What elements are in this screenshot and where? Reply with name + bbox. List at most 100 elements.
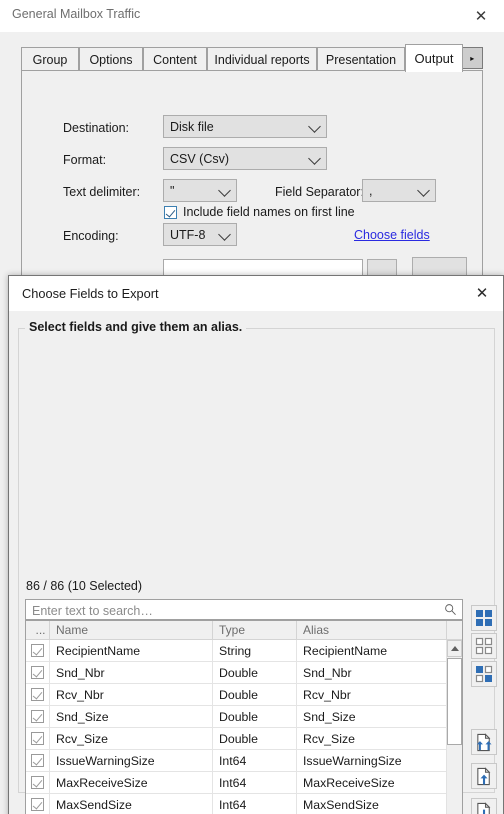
chevron-down-icon [308,151,321,165]
tab-options[interactable]: Options [79,47,143,71]
cell-name[interactable]: MaxReceiveSize [50,772,213,793]
tab-scroll-right-icon[interactable]: ▸ [463,48,483,68]
cell-alias-text: Rcv_Size [303,731,355,746]
encoding-label: Encoding: [63,229,119,243]
grid-vertical-scrollbar[interactable] [446,640,462,814]
fields-grid: ... Name Type Alias RecipientName String R… [25,620,463,814]
grid-header-alias[interactable]: Alias [297,621,447,639]
checkbox-icon [31,666,44,679]
scroll-up-button[interactable] [447,640,462,657]
cell-type[interactable]: Double [213,706,297,727]
cell-name[interactable]: IssueWarningSize [50,750,213,771]
cell-alias[interactable]: Snd_Size [297,706,447,727]
tab-presentation[interactable]: Presentation [317,47,405,71]
cell-alias[interactable]: Snd_Nbr [297,662,447,683]
grid-header-row: ... Name Type Alias [26,621,462,640]
tab-individual-reports[interactable]: Individual reports [207,47,317,71]
table-row[interactable]: IssueWarningSize Int64 IssueWarningSize [26,750,447,772]
select-all-icon [476,610,492,626]
move-down-icon [476,801,490,814]
row-checkbox[interactable] [26,750,50,771]
choose-fields-link[interactable]: Choose fields [354,228,430,242]
grid-header-type[interactable]: Type [213,621,297,639]
grid-header-name[interactable]: Name [50,621,213,639]
cell-alias[interactable]: MaxReceiveSize [297,772,447,793]
cell-name[interactable]: RecipientName [50,640,213,661]
table-row[interactable]: MaxSendSize Int64 MaxSendSize [26,794,447,814]
cell-name[interactable]: MaxSendSize [50,794,213,814]
table-row[interactable]: Snd_Nbr Double Snd_Nbr [26,662,447,684]
checkbox-icon [31,688,44,701]
search-box[interactable] [25,599,463,621]
format-combobox[interactable]: CSV (Csv) [163,147,327,170]
chevron-down-icon [218,227,231,241]
cell-type[interactable]: Double [213,662,297,683]
cell-alias[interactable]: Rcv_Size [297,728,447,749]
cell-type[interactable]: String [213,640,297,661]
checkbox-icon [31,732,44,745]
include-field-names-label: Include field names on first line [183,205,355,219]
cell-name[interactable]: Snd_Nbr [50,662,213,683]
search-input[interactable] [30,600,444,621]
dialog-close-icon[interactable]: ✕ [465,278,499,308]
format-value: CSV (Csv) [170,151,230,166]
table-row[interactable]: Snd_Size Double Snd_Size [26,706,447,728]
dialog-titlebar: Choose Fields to Export ✕ [9,276,503,311]
move-down-button[interactable] [471,798,497,814]
row-checkbox[interactable] [26,794,50,814]
window-close-icon[interactable]: ✕ [458,0,504,31]
row-checkbox[interactable] [26,706,50,727]
table-row[interactable]: Rcv_Size Double Rcv_Size [26,728,447,750]
checkbox-icon [31,776,44,789]
chevron-down-icon [218,183,231,197]
move-to-top-icon [476,732,492,751]
include-field-names-checkbox[interactable]: Include field names on first line [164,205,355,219]
checkbox-icon [31,644,44,657]
row-checkbox[interactable] [26,772,50,793]
cell-type[interactable]: Double [213,684,297,705]
destination-combobox[interactable]: Disk file [163,115,327,138]
cell-name[interactable]: Snd_Size [50,706,213,727]
move-up-button[interactable] [471,763,497,789]
move-up-icon [476,766,490,785]
select-all-button[interactable] [471,605,497,631]
cell-alias-text: Snd_Nbr [303,665,352,680]
cell-name[interactable]: Rcv_Size [50,728,213,749]
grid-header-check[interactable]: ... [26,621,50,639]
cell-alias[interactable]: RecipientName [297,640,447,661]
chevron-down-icon [417,183,430,197]
format-label: Format: [63,153,107,167]
tab-content[interactable]: Content [143,47,207,71]
checkbox-icon [31,710,44,723]
cell-name[interactable]: Rcv_Nbr [50,684,213,705]
window-title: General Mailbox Traffic [12,7,141,21]
cell-alias[interactable]: Rcv_Nbr [297,684,447,705]
cell-type[interactable]: Int64 [213,772,297,793]
text-delimiter-combobox[interactable]: " [163,179,237,202]
cell-type[interactable]: Double [213,728,297,749]
row-checkbox[interactable] [26,728,50,749]
row-checkbox[interactable] [26,684,50,705]
tab-output[interactable]: Output [405,44,463,72]
cell-type[interactable]: Int64 [213,794,297,814]
search-icon [445,604,456,616]
select-none-button[interactable] [471,633,497,659]
table-row[interactable]: MaxReceiveSize Int64 MaxReceiveSize [26,772,447,794]
encoding-combobox[interactable]: UTF-8 [163,223,237,246]
row-checkbox[interactable] [26,640,50,661]
field-separator-combobox[interactable]: , [362,179,436,202]
table-row[interactable]: Rcv_Nbr Double Rcv_Nbr [26,684,447,706]
chevron-up-icon [450,646,459,651]
row-checkbox[interactable] [26,662,50,683]
checkbox-icon [31,798,44,811]
tab-group[interactable]: Group [21,47,79,71]
cell-type[interactable]: Int64 [213,750,297,771]
cell-alias[interactable]: IssueWarningSize [297,750,447,771]
table-row[interactable]: RecipientName String RecipientName [26,640,447,662]
invert-selection-button[interactable] [471,661,497,687]
scrollbar-thumb[interactable] [447,658,462,745]
cell-alias[interactable]: MaxSendSize [297,794,447,814]
dialog-title: Choose Fields to Export [22,286,159,301]
move-to-top-button[interactable] [471,729,497,755]
checkbox-icon [31,754,44,767]
